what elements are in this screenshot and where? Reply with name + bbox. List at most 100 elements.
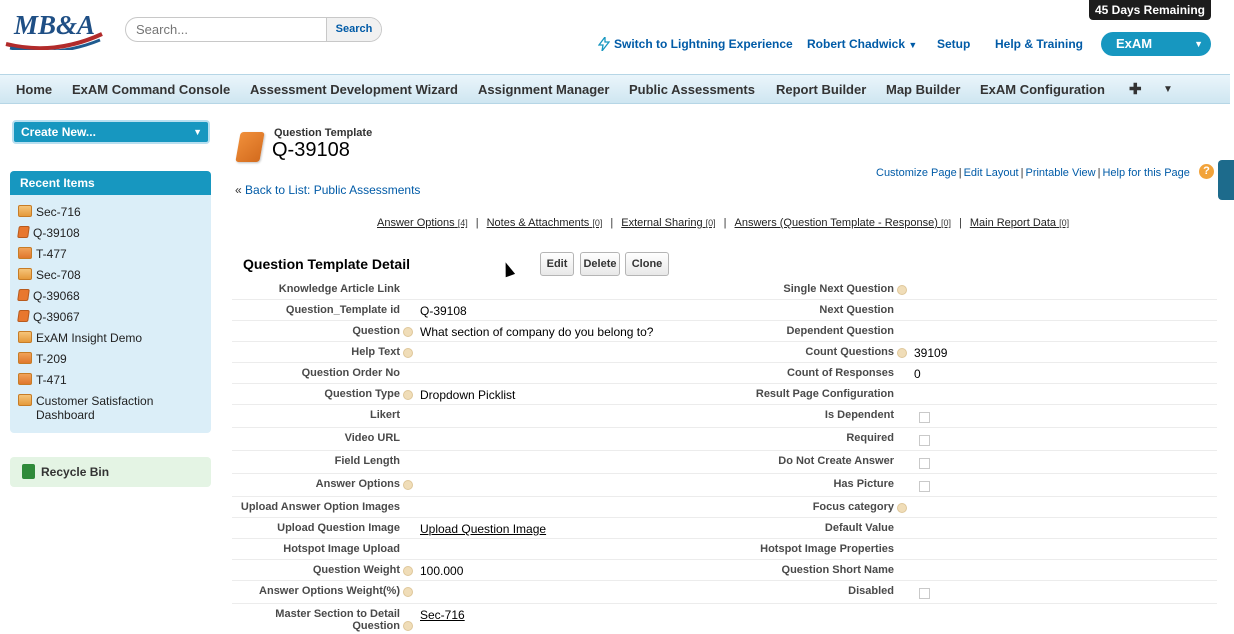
detail-row: Hotspot Image Upload Hotspot Image Prope… [232, 539, 1217, 560]
search-input[interactable] [126, 18, 328, 41]
disabled-checkbox [919, 588, 930, 599]
add-tab-plus-icon[interactable]: ✚ [1129, 75, 1142, 105]
field-label: Question [352, 325, 400, 337]
create-new-label: Create New... [21, 125, 96, 139]
field-label: Video URL [344, 432, 400, 444]
edit-button[interactable]: Edit [540, 252, 574, 276]
setup-link[interactable]: Setup [937, 37, 970, 51]
has-picture-checkbox [919, 481, 930, 492]
related-link-notes-attachments[interactable]: Notes & Attachments [0] [487, 217, 603, 229]
is-dependent-checkbox [919, 412, 930, 423]
switch-to-lightning-link[interactable]: Switch to Lightning Experience [614, 37, 793, 51]
tab-public-assessments[interactable]: Public Assessments [629, 75, 755, 105]
edit-layout-link[interactable]: Edit Layout [964, 167, 1019, 179]
recycle-bin-icon [22, 464, 35, 479]
detail-section-title: Question Template Detail [243, 256, 410, 272]
back-to-list-link[interactable]: « Back to List: Public Assessments [235, 183, 420, 197]
help-bubble-icon[interactable] [403, 587, 413, 597]
field-label: Is Dependent [824, 409, 894, 421]
create-new-button[interactable]: Create New... ▼ [12, 120, 210, 144]
trial-days-badge: 45 Days Remaining [1089, 0, 1211, 20]
main-content: Question Template Q-39108 Customize Page… [220, 105, 1230, 632]
recent-item[interactable]: Q-39067 [17, 310, 80, 324]
recent-item[interactable]: Sec-708 [18, 268, 81, 282]
tab-home[interactable]: Home [16, 75, 52, 105]
recycle-bin-link[interactable]: Recycle Bin [10, 457, 211, 487]
object-type-label: Question Template [274, 127, 373, 139]
help-bubble-icon[interactable] [403, 566, 413, 576]
field-label: Do Not Create Answer [778, 455, 894, 467]
field-label: Disabled [848, 585, 894, 597]
template-icon [18, 247, 32, 259]
section-icon [18, 268, 32, 280]
clone-button[interactable]: Clone [625, 252, 669, 276]
more-tabs-chevron-icon[interactable]: ▼ [1163, 75, 1173, 105]
template-icon [18, 373, 32, 385]
help-icon[interactable]: ? [1199, 164, 1214, 179]
app-name: ExAM [1116, 36, 1153, 51]
recent-item[interactable]: T-209 [18, 352, 67, 366]
mba-logo[interactable]: MB&A [4, 4, 104, 50]
help-training-link[interactable]: Help & Training [995, 37, 1083, 51]
field-value: What section of company do you belong to… [420, 325, 654, 339]
help-for-page-link[interactable]: Help for this Page [1102, 167, 1189, 179]
field-label: Likert [370, 409, 400, 421]
related-link-main-report-data[interactable]: Main Report Data [0] [970, 217, 1069, 229]
recent-item[interactable]: Sec-716 [18, 205, 81, 219]
help-bubble-icon[interactable] [403, 480, 413, 490]
app-switcher-button[interactable]: ExAM ▼ [1101, 32, 1211, 56]
tab-exam-command-console[interactable]: ExAM Command Console [72, 75, 230, 105]
related-link-answer-options[interactable]: Answer Options [4] [377, 217, 468, 229]
user-menu[interactable]: Robert Chadwick ▼ [807, 37, 917, 51]
field-label: Question Weight [312, 564, 400, 576]
field-label: Help Text [351, 346, 400, 358]
recent-item[interactable]: Q-39068 [17, 289, 80, 303]
field-label: Answer Options [315, 478, 400, 490]
help-bubble-icon[interactable] [403, 390, 413, 400]
field-value: Dropdown Picklist [420, 388, 516, 402]
master-section-link[interactable]: Sec-716 [420, 608, 465, 622]
customize-page-link[interactable]: Customize Page [876, 167, 957, 179]
template-icon [18, 352, 32, 364]
field-label: Question Short Name [781, 564, 894, 576]
help-bubble-icon[interactable] [897, 285, 907, 295]
field-label: Hotspot Image Properties [760, 543, 894, 555]
printable-view-link[interactable]: Printable View [1025, 167, 1095, 179]
search-button[interactable]: Search [326, 18, 381, 41]
field-value: 0 [914, 367, 921, 381]
recent-item[interactable]: T-471 [18, 373, 67, 387]
help-bubble-icon[interactable] [897, 348, 907, 358]
help-bubble-icon[interactable] [403, 327, 413, 337]
question-icon [17, 310, 30, 322]
question-icon [17, 289, 30, 301]
upload-question-image-link[interactable]: Upload Question Image [420, 522, 546, 536]
detail-row: Field Length Do Not Create Answer [232, 451, 1217, 474]
help-bubble-icon[interactable] [897, 503, 907, 513]
side-panel-handle[interactable] [1218, 160, 1234, 200]
svg-text:MB&A: MB&A [13, 10, 95, 40]
related-link-external-sharing[interactable]: External Sharing [0] [621, 217, 715, 229]
field-label: Required [846, 432, 894, 444]
delete-button[interactable]: Delete [580, 252, 620, 276]
page-links: Customize Page | Edit Layout | Printable Vie… [876, 167, 1190, 179]
field-label: Field Length [334, 455, 400, 467]
tab-map-builder[interactable]: Map Builder [886, 75, 960, 105]
related-link-answers[interactable]: Answers (Question Template - Response) [… [735, 217, 951, 229]
chevron-down-icon: ▼ [1194, 39, 1203, 49]
detail-row: Question_Template id Q-39108 Next Questi… [232, 300, 1217, 321]
recent-item[interactable]: T-477 [18, 247, 67, 261]
help-bubble-icon[interactable] [403, 348, 413, 358]
recent-item[interactable]: Customer Satisfaction Dashboard [18, 394, 198, 422]
search-box: Search [125, 17, 382, 42]
chevron-down-icon: ▼ [193, 127, 202, 137]
recent-item[interactable]: Q-39108 [17, 226, 80, 240]
field-label: Upload Question Image [277, 522, 400, 534]
tab-assignment-manager[interactable]: Assignment Manager [478, 75, 609, 105]
tab-report-builder[interactable]: Report Builder [776, 75, 866, 105]
tab-assessment-development-wizard[interactable]: Assessment Development Wizard [250, 75, 458, 105]
recycle-bin-label: Recycle Bin [41, 465, 110, 479]
tab-exam-configuration[interactable]: ExAM Configuration [980, 75, 1105, 105]
recent-item[interactable]: ExAM Insight Demo [18, 331, 142, 345]
detail-row: Answer Options Weight(%) Disabled [232, 581, 1217, 604]
field-label: Master Section to Detail Question [275, 608, 400, 632]
